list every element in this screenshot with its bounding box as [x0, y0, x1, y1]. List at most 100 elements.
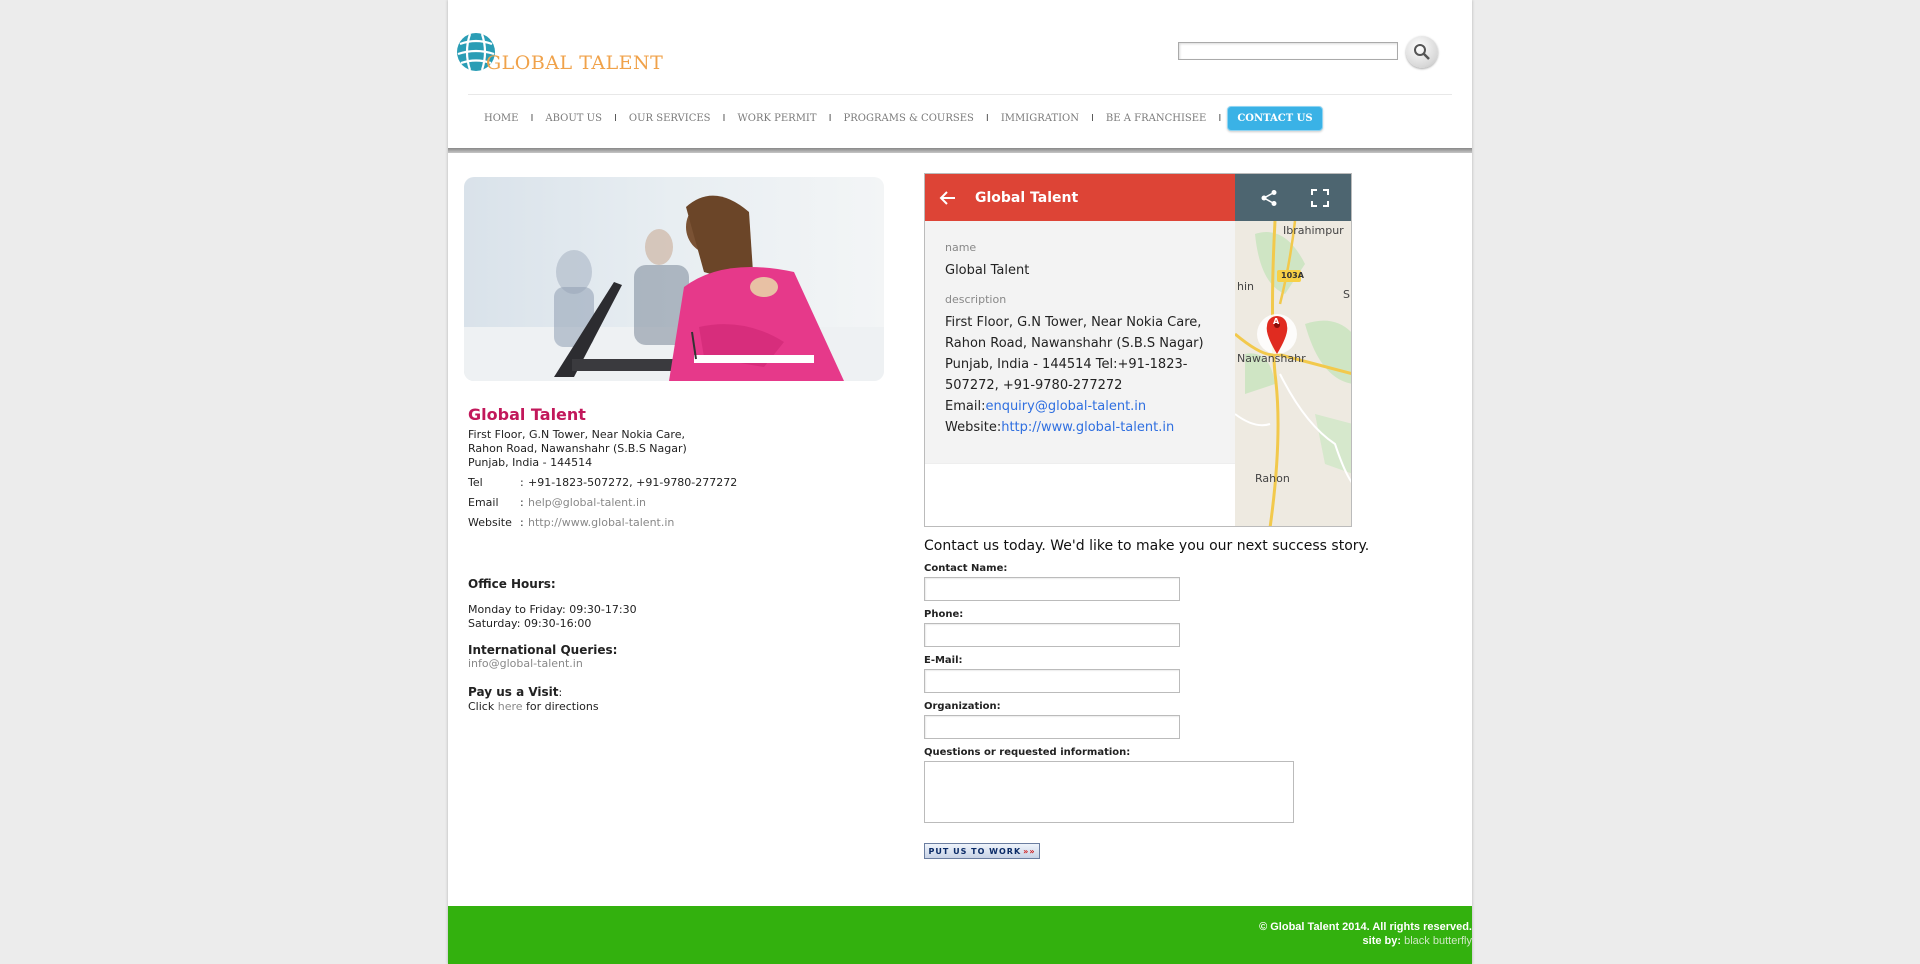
site-by-row: site by: black butterfly [1259, 934, 1472, 948]
directions-prefix: Click [468, 700, 495, 713]
name-value: Global Talent [945, 263, 1030, 278]
map-tools [1235, 174, 1351, 221]
map-label-edge: S [1343, 288, 1350, 301]
address-line: First Floor, G.N Tower, Near Nokia Care, [468, 428, 685, 441]
map-website-prefix: Website: [945, 420, 1002, 435]
magnifier-icon [1414, 44, 1430, 60]
saturday-hours: Saturday: 09:30-16:00 [468, 617, 592, 630]
office-info: Office Hours: Monday to Friday: 09:30-17… [468, 577, 888, 714]
contact-form: Contact us today. We'd like to make you … [924, 538, 1384, 859]
email-input[interactable] [924, 669, 1180, 693]
website-label: Website [468, 516, 512, 529]
email-label: Email [468, 496, 499, 509]
website-link[interactable]: http://www.global-talent.in [528, 516, 674, 530]
international-email-link[interactable]: info@global-talent.in [468, 657, 888, 671]
hero-image [464, 177, 884, 381]
nav-work-permit[interactable]: WORK PERMIT [731, 113, 822, 124]
colon: : [520, 516, 524, 529]
map-embed[interactable]: Ibrahimpur hin 103A S A Nawanshahr Rahon… [924, 173, 1352, 527]
nav-our-services[interactable]: OUR SERVICES [623, 113, 717, 124]
email-row: Email : help@global-talent.in [468, 496, 888, 510]
nav-separator: I [985, 112, 989, 124]
map-label-south: Rahon [1255, 472, 1290, 485]
map-label-top: Ibrahimpur [1283, 224, 1344, 237]
map-email-link[interactable]: enquiry@global-talent.in [985, 399, 1146, 414]
site-by-prefix: site by: [1362, 935, 1402, 947]
email-link[interactable]: help@global-talent.in [528, 496, 646, 510]
back-arrow-icon[interactable] [939, 189, 957, 207]
colon: : [520, 496, 524, 509]
search-button[interactable] [1406, 36, 1438, 68]
organization-input[interactable] [924, 715, 1180, 739]
share-icon[interactable] [1260, 189, 1278, 207]
nav-immigration[interactable]: IMMIGRATION [995, 113, 1085, 124]
site-by-link[interactable]: black butterfly [1404, 935, 1472, 947]
nav-programs-courses[interactable]: PROGRAMS & COURSES [838, 113, 980, 124]
directions-suffix: for directions [526, 700, 599, 713]
visit-heading-row: Pay us a Visit: [468, 685, 888, 700]
fullscreen-icon[interactable] [1310, 188, 1329, 207]
map-info-card-footer [925, 463, 1235, 526]
map-email-prefix: Email: [945, 399, 986, 414]
map-website-row: Website:http://www.global-talent.in [945, 417, 1215, 438]
organization-label: Organization: [924, 701, 1001, 712]
nav-separator: I [828, 112, 832, 124]
questions-label: Questions or requested information: [924, 747, 1131, 758]
directions-row: Click here for directions [468, 700, 888, 714]
search-input[interactable] [1178, 42, 1398, 60]
nav-be-a-franchisee[interactable]: BE A FRANCHISEE [1100, 113, 1212, 124]
form-heading: Contact us today. We'd like to make you … [924, 538, 1370, 554]
map-email-row: Email:enquiry@global-talent.in [945, 396, 1215, 417]
directions-link[interactable]: here [498, 700, 523, 713]
logo[interactable]: GLOBAL TALENT [456, 28, 676, 78]
description-line: First Floor, G.N Tower, Near Nokia Care, [945, 315, 1202, 330]
map-website-link[interactable]: http://www.global-talent.in [1001, 420, 1174, 435]
map-label-city: Nawanshahr [1237, 352, 1306, 365]
nav-separator: I [613, 112, 617, 124]
map-info-title: Global Talent [975, 189, 1079, 206]
header-divider [468, 94, 1452, 95]
description-label: description [945, 293, 1007, 306]
submit-button[interactable]: Put us to work»» [924, 843, 1040, 859]
visit-colon: : [558, 686, 563, 699]
submit-arrows-icon: »» [1023, 846, 1036, 856]
colon: : [520, 476, 524, 489]
address-line: Punjab, India - 144514 [468, 456, 593, 469]
map-info-card: name Global Talent description First Flo… [925, 221, 1235, 463]
nav-contact-us[interactable]: CONTACT US [1227, 105, 1323, 131]
phone-label: Phone: [924, 609, 964, 620]
description-line: Punjab, India - 144514 Tel:+91-1823- [945, 357, 1188, 372]
copyright: © Global Talent 2014. All rights reserve… [1259, 921, 1472, 933]
header-shadow-bar [448, 148, 1472, 153]
tel-value: +91-1823-507272, +91-9780-277272 [528, 476, 738, 489]
footer: © Global Talent 2014. All rights reserve… [448, 906, 1472, 964]
weekday-hours: Monday to Friday: 09:30-17:30 [468, 603, 637, 616]
office-hours-heading: Office Hours: [468, 577, 556, 591]
nav-about-us[interactable]: ABOUT US [539, 113, 608, 124]
questions-textarea[interactable] [924, 761, 1294, 823]
map-road-label: 103A [1281, 271, 1304, 280]
email-label: E-Mail: [924, 655, 963, 666]
website-row: Website : http://www.global-talent.in [468, 516, 888, 530]
tel-label: Tel [468, 476, 483, 489]
nav-home[interactable]: HOME [478, 113, 524, 124]
company-title: Global Talent [468, 405, 586, 424]
visit-heading: Pay us a Visit [468, 685, 559, 699]
logo-text: GLOBAL TALENT [486, 52, 664, 74]
name-label: name [945, 241, 977, 254]
page: GLOBAL TALENT HOME I ABOUT US I OUR SERV… [448, 0, 1472, 964]
contact-name-input[interactable] [924, 577, 1180, 601]
main-nav: HOME I ABOUT US I OUR SERVICES I WORK PE… [478, 105, 1323, 131]
nav-separator: I [722, 112, 726, 124]
map-marker-label[interactable]: A [1273, 317, 1279, 326]
footer-text: © Global Talent 2014. All rights reserve… [1259, 920, 1472, 948]
contact-name-label: Contact Name: [924, 563, 1008, 574]
description-line: Rahon Road, Nawanshahr (S.B.S Nagar) [945, 336, 1204, 351]
student-photo [464, 177, 884, 381]
map-label-left: hin [1237, 280, 1254, 293]
address-block: Global Talent First Floor, G.N Tower, Ne… [468, 405, 888, 530]
submit-label: Put us to work [928, 846, 1022, 856]
nav-separator: I [1090, 112, 1094, 124]
address-line: Rahon Road, Nawanshahr (S.B.S Nagar) [468, 442, 687, 455]
phone-input[interactable] [924, 623, 1180, 647]
